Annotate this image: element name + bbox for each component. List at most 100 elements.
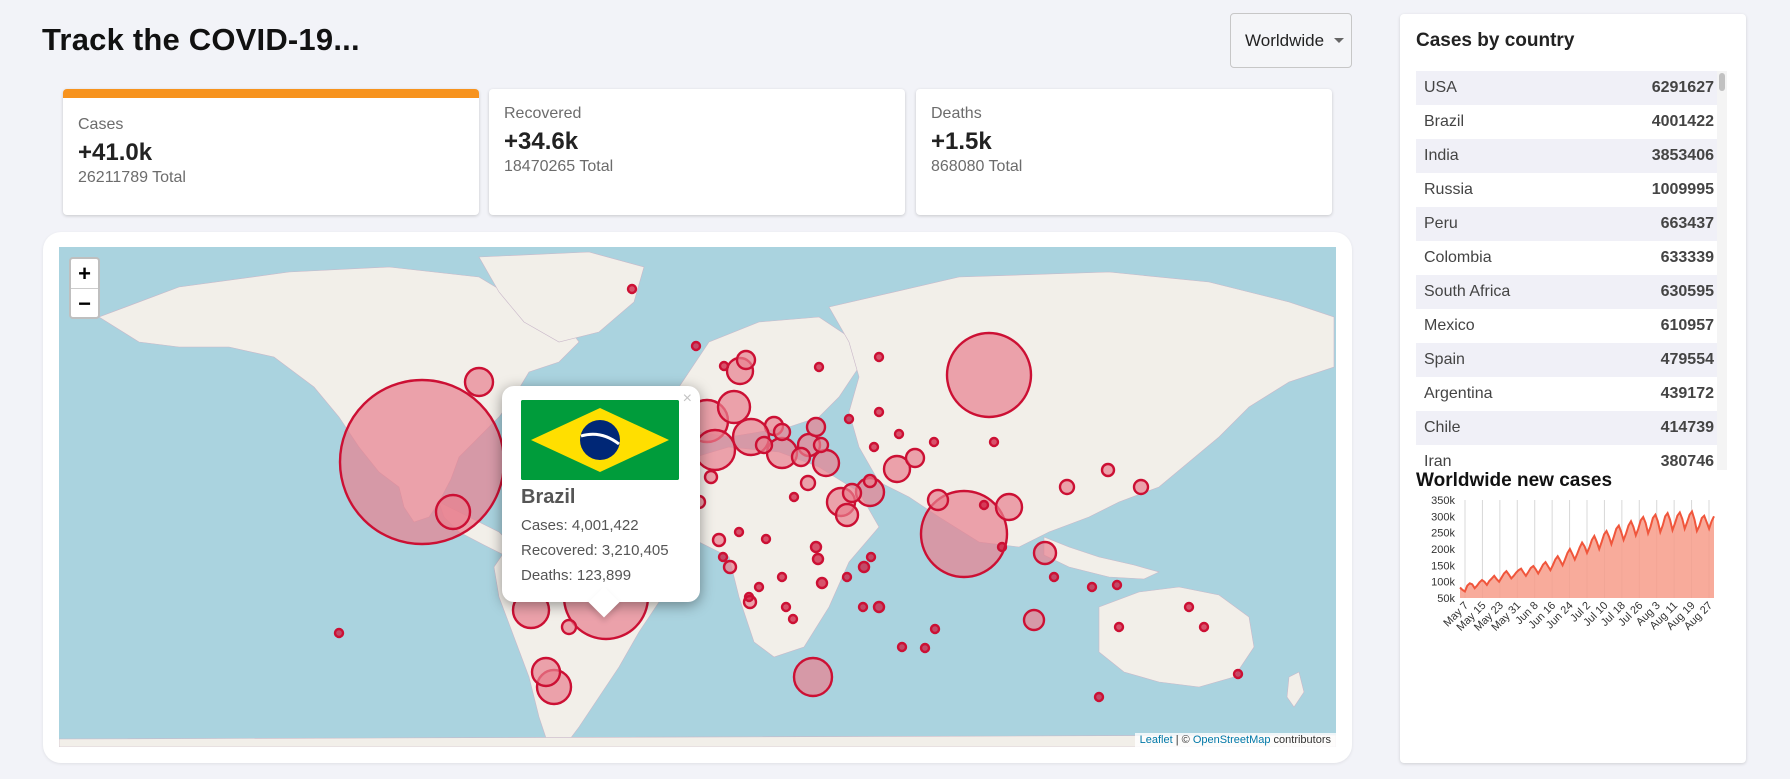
case-circle[interactable] <box>813 361 825 373</box>
case-circle[interactable] <box>841 482 863 504</box>
case-circle[interactable] <box>733 526 745 538</box>
case-circle[interactable] <box>743 591 755 603</box>
country-cases: 380746 <box>1660 453 1714 470</box>
case-circle[interactable] <box>1086 581 1098 593</box>
country-cases: 1009995 <box>1651 181 1714 198</box>
case-circle[interactable] <box>926 488 950 512</box>
case-circle[interactable] <box>1132 478 1150 496</box>
case-circle[interactable] <box>994 492 1024 522</box>
zoom-in-button[interactable]: + <box>71 259 98 288</box>
close-icon[interactable]: × <box>683 390 692 408</box>
case-circle[interactable] <box>805 416 827 438</box>
region-select[interactable]: Worldwide <box>1230 13 1352 68</box>
case-circle[interactable] <box>799 474 817 492</box>
case-circle[interactable] <box>1198 621 1210 633</box>
case-circle[interactable] <box>857 601 869 613</box>
case-circle[interactable] <box>996 541 1008 553</box>
case-circle[interactable] <box>843 413 855 425</box>
case-circle[interactable] <box>893 428 905 440</box>
case-circle[interactable] <box>841 571 853 583</box>
case-circle[interactable] <box>760 533 772 545</box>
case-circle[interactable] <box>868 441 880 453</box>
case-circle[interactable] <box>338 378 506 546</box>
case-circle[interactable] <box>1093 691 1105 703</box>
stat-card-deaths[interactable]: Deaths +1.5k 868080 Total <box>916 89 1332 215</box>
case-circle[interactable] <box>754 435 774 455</box>
table-scrollbar[interactable] <box>1717 71 1727 470</box>
country-popup: × Brazil Cases: 4,001,422 Recovered: 3,2… <box>502 386 700 618</box>
case-circle[interactable] <box>718 360 730 372</box>
case-circle[interactable] <box>857 560 871 574</box>
case-circle[interactable] <box>703 469 719 485</box>
case-circle[interactable] <box>716 389 752 425</box>
case-circle[interactable] <box>945 331 1033 419</box>
country-name: India <box>1424 147 1459 164</box>
case-circle[interactable] <box>530 656 562 688</box>
case-circle[interactable] <box>988 436 1000 448</box>
case-circle[interactable] <box>772 422 792 442</box>
case-circle[interactable] <box>1048 571 1060 583</box>
country-name: Iran <box>1424 453 1452 470</box>
case-circle[interactable] <box>776 571 788 583</box>
case-circle[interactable] <box>1111 579 1123 591</box>
case-circle[interactable] <box>735 349 757 371</box>
case-circle[interactable] <box>1058 478 1076 496</box>
case-circle[interactable] <box>560 618 578 636</box>
country-cases: 663437 <box>1660 215 1714 232</box>
case-circle[interactable] <box>834 502 860 528</box>
country-name: Spain <box>1424 351 1465 368</box>
stat-card-cases[interactable]: Cases +41.0k 26211789 Total <box>63 89 479 215</box>
osm-link[interactable]: OpenStreetMap <box>1193 734 1271 746</box>
scrollbar-thumb[interactable] <box>1719 73 1725 91</box>
case-circle[interactable] <box>626 283 638 295</box>
case-circle[interactable] <box>717 551 729 563</box>
case-circle[interactable] <box>463 366 495 398</box>
case-circle[interactable] <box>873 406 885 418</box>
case-circle[interactable] <box>928 436 940 448</box>
case-circle[interactable] <box>693 428 737 472</box>
case-circle[interactable] <box>780 601 792 613</box>
case-circle[interactable] <box>788 491 800 503</box>
case-circle[interactable] <box>434 493 472 531</box>
case-circle[interactable] <box>722 559 738 575</box>
case-circle[interactable] <box>333 627 345 639</box>
zoom-out-button[interactable]: − <box>71 288 98 317</box>
case-circle[interactable] <box>792 656 834 698</box>
table-row: Peru 663437 <box>1416 207 1722 241</box>
case-circle[interactable] <box>1032 540 1058 566</box>
case-circle[interactable] <box>790 446 812 468</box>
new-cases-chart: 50k100k150k200k250k300k350k May 7May 15M… <box>1431 495 1715 634</box>
case-circle[interactable] <box>1183 601 1195 613</box>
case-circle[interactable] <box>787 613 799 625</box>
chevron-down-icon <box>1334 38 1345 43</box>
case-circle[interactable] <box>896 641 908 653</box>
case-circle[interactable] <box>1100 462 1116 478</box>
stat-card-recovered[interactable]: Recovered +34.6k 18470265 Total <box>489 89 905 215</box>
case-circle[interactable] <box>690 340 702 352</box>
leaflet-link[interactable]: Leaflet <box>1140 734 1173 746</box>
case-circle[interactable] <box>919 642 931 654</box>
case-circle[interactable] <box>753 581 765 593</box>
case-circle[interactable] <box>1022 608 1046 632</box>
case-circle[interactable] <box>812 436 830 454</box>
case-circle[interactable] <box>811 552 825 566</box>
case-circle[interactable] <box>862 473 878 489</box>
case-circle[interactable] <box>865 551 877 563</box>
case-circle[interactable] <box>978 499 990 511</box>
case-circle[interactable] <box>711 532 727 548</box>
case-circle[interactable] <box>1113 621 1125 633</box>
y-tick-label: 50k <box>1437 593 1455 605</box>
case-circle[interactable] <box>815 576 829 590</box>
case-circle[interactable] <box>1232 668 1244 680</box>
case-circle[interactable] <box>904 447 926 469</box>
case-circle[interactable] <box>929 623 941 635</box>
country-cases: 610957 <box>1660 317 1714 334</box>
table-row: Spain 479554 <box>1416 343 1722 377</box>
popup-recovered: Recovered: 3,210,405 <box>521 542 669 559</box>
country-table[interactable]: USA 6291627 Brazil 4001422 India 3853406 Ru… <box>1416 71 1722 470</box>
case-circle[interactable] <box>809 540 823 554</box>
case-circle[interactable] <box>872 600 886 614</box>
y-tick-label: 200k <box>1431 544 1455 556</box>
table-row: Russia 1009995 <box>1416 173 1722 207</box>
case-circle[interactable] <box>873 351 885 363</box>
